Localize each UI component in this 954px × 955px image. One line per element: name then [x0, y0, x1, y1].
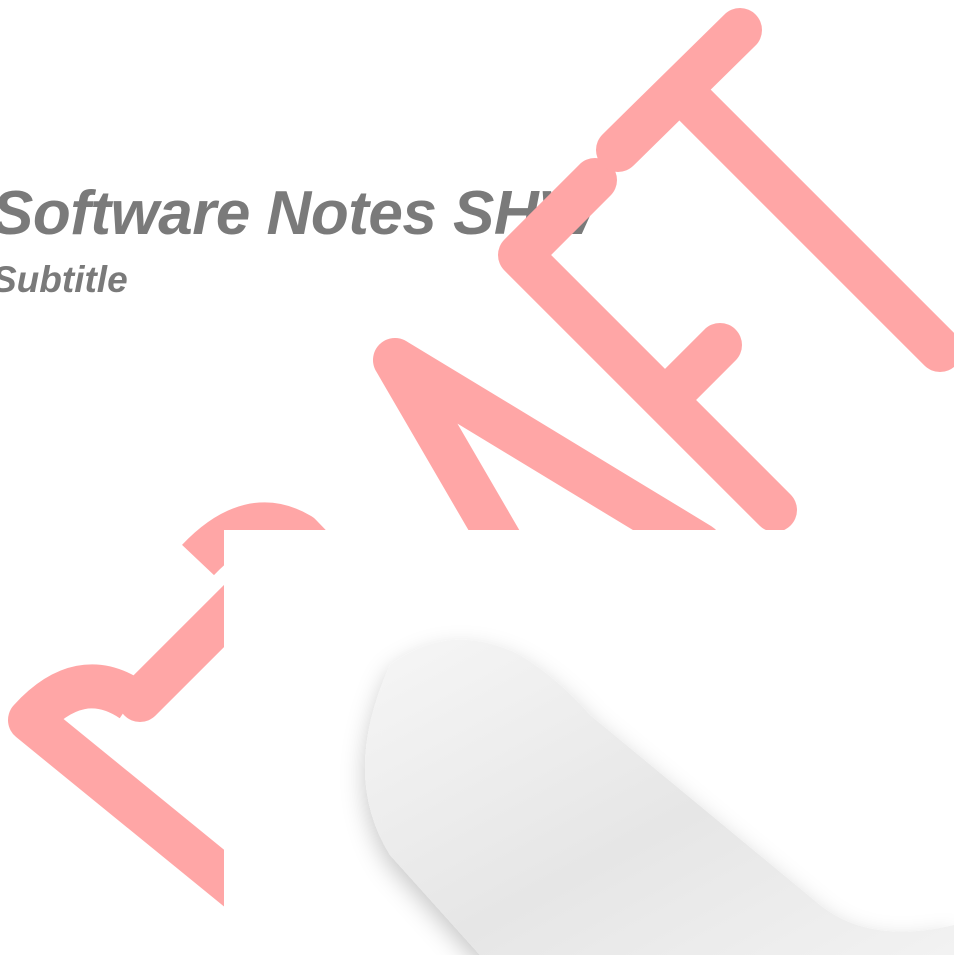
decorative-pill-shape	[365, 639, 954, 955]
document-page: Software Notes SHW Subtitle	[0, 0, 954, 955]
watermark-letter-t	[596, 8, 954, 372]
